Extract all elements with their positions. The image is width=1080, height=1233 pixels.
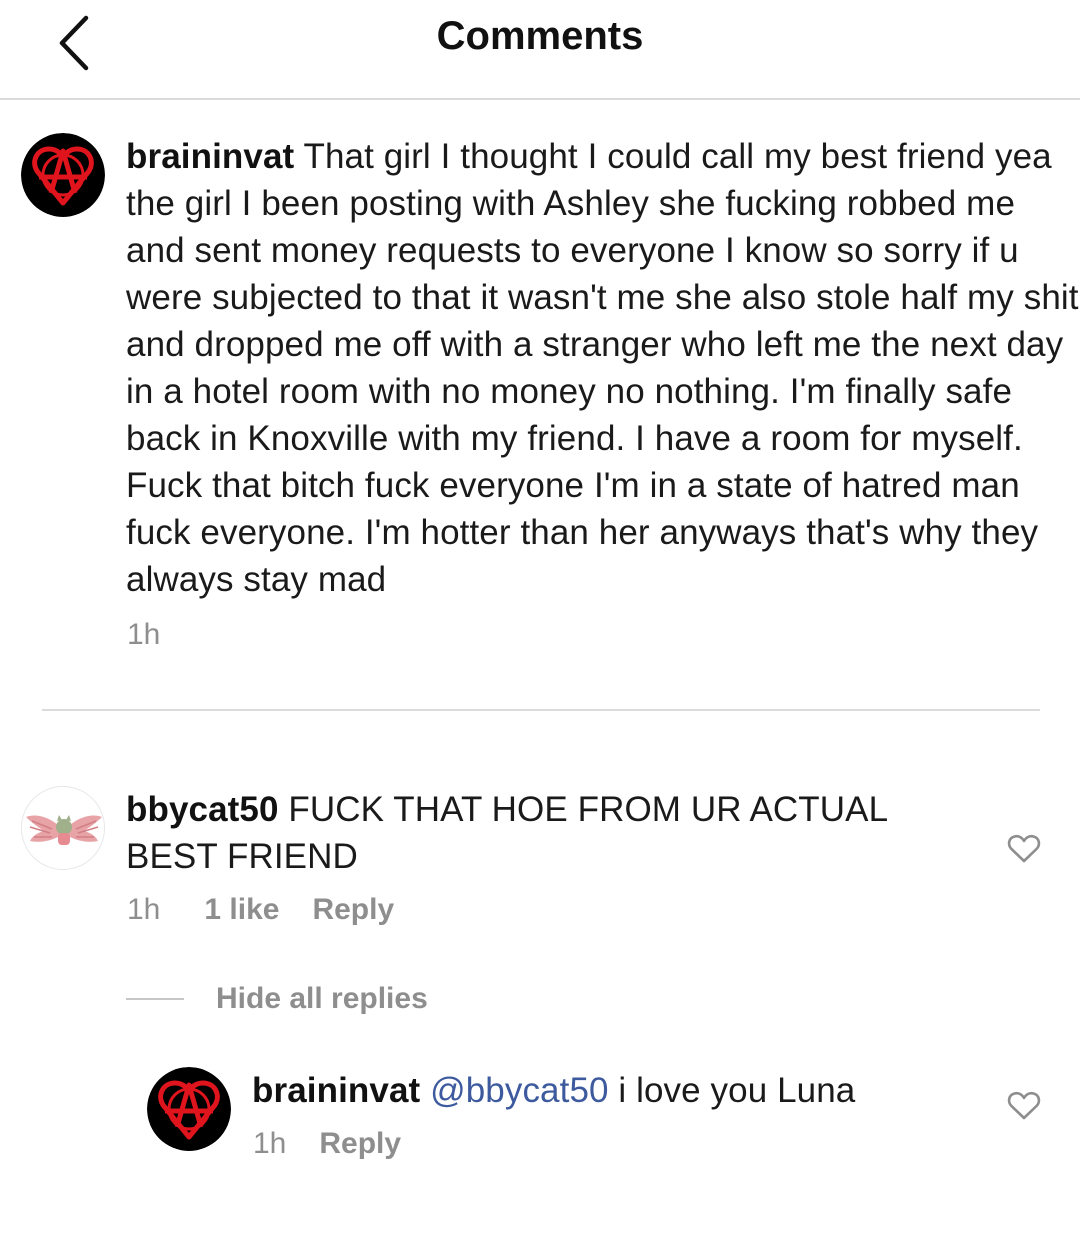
avatar[interactable] xyxy=(21,786,105,870)
winged-cat-icon xyxy=(22,787,104,869)
comment-time: 1h xyxy=(127,893,161,926)
mention-link[interactable]: @bbycat50 xyxy=(430,1071,608,1110)
hide-replies-label: Hide all replies xyxy=(216,982,428,1015)
like-button[interactable] xyxy=(1007,834,1041,864)
comment-meta: 1h 1 like Reply xyxy=(127,893,394,927)
reply-username[interactable]: braininvat xyxy=(252,1071,420,1110)
comment-time: 1h xyxy=(127,618,161,651)
divider xyxy=(42,709,1040,711)
reply-body: braininvat @bbycat50 i love you Luna xyxy=(252,1067,972,1114)
avatar[interactable] xyxy=(147,1067,231,1151)
reply-button[interactable]: Reply xyxy=(319,1127,401,1161)
comment-text: That girl I thought I could call my best… xyxy=(126,137,1079,599)
header-bar: Comments xyxy=(0,0,1080,100)
red-anarchy-heart-icon xyxy=(21,133,105,217)
avatar[interactable] xyxy=(21,133,105,217)
comment-username[interactable]: braininvat xyxy=(126,137,294,176)
like-count[interactable]: 1 like xyxy=(204,893,279,927)
comment-username[interactable]: bbycat50 xyxy=(126,790,279,829)
red-anarchy-heart-icon xyxy=(147,1067,231,1151)
reply-time: 1h xyxy=(253,1127,287,1160)
reply-meta: 1h Reply xyxy=(253,1127,401,1161)
comment-body: braininvat That girl I thought I could c… xyxy=(126,133,1080,603)
heart-outline-icon xyxy=(1007,834,1041,863)
reply-button[interactable]: Reply xyxy=(312,893,394,927)
reply-text: i love you Luna xyxy=(618,1071,856,1110)
hide-replies-button[interactable]: Hide all replies xyxy=(126,982,428,1016)
replies-line xyxy=(126,998,184,1000)
comment-meta: 1h xyxy=(127,618,160,652)
heart-outline-icon xyxy=(1007,1091,1041,1120)
comment-body: bbycat50 FUCK THAT HOE FROM UR ACTUAL BE… xyxy=(126,786,966,880)
page-title: Comments xyxy=(436,14,644,58)
like-button[interactable] xyxy=(1007,1091,1041,1121)
